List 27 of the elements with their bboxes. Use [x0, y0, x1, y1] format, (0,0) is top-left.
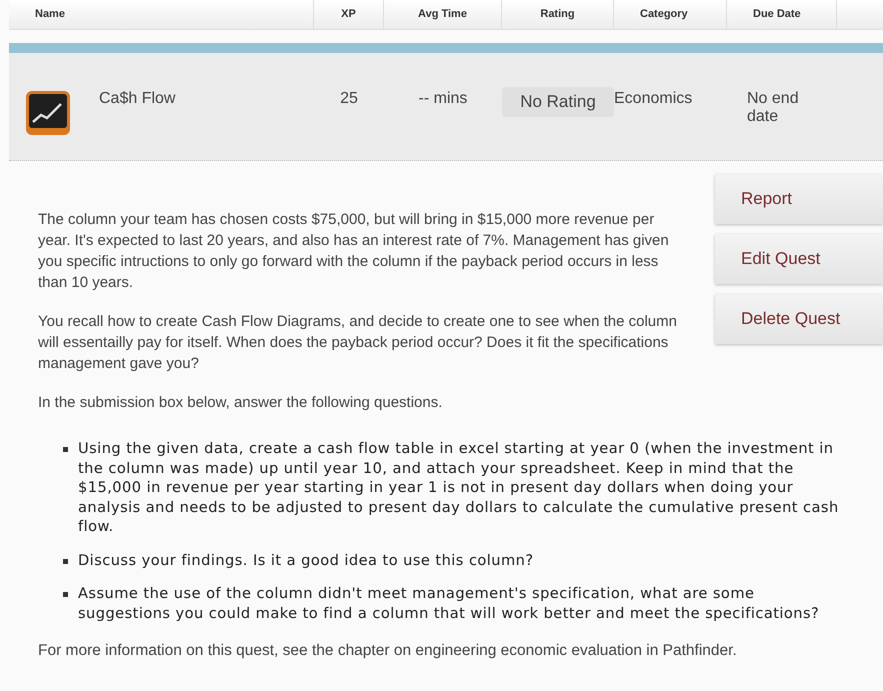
bullet-icon: [63, 558, 68, 564]
action-button[interactable]: Delete Quest: [715, 294, 883, 344]
avg-time: -- mins: [418, 90, 468, 108]
quest-name: Ca$h Flow: [99, 90, 176, 108]
footer-note: For more information on this quest, see the chapter on engineering economic evaluation in Pathfinder.: [38, 641, 737, 661]
description-paragraph: The column your team has chosen costs $75,000, but will bring in $15,000 more revenue per year. It's expected to last 20 years, and also has an interest rate of 7%. Management has given you specific intructions to only go forward with the column if the payback period occurs in less than 10 years.: [38, 210, 670, 293]
column-header[interactable]: Due Date: [727, 0, 837, 29]
chart-icon: [25, 90, 71, 136]
due-date: No end date: [746, 90, 800, 126]
description-paragraph: You recall how to create Cash Flow Diagrams, and decide to create one to see when the column will essentailly pay for itself. When does the payback period occur? Does it fit the specifications management gave you?: [38, 312, 678, 374]
column-header[interactable]: Rating: [502, 0, 614, 29]
action-button[interactable]: Edit Quest: [715, 234, 883, 284]
description-paragraph: In the submission box below, answer the following questions.: [38, 393, 444, 413]
question-item: Assume the use of the column didn't meet management's specification, what are some suggestions you could make to find a column that will work better and meet the specifications?: [78, 584, 878, 623]
category-value: Economics: [614, 90, 694, 108]
column-header[interactable]: Avg Time: [384, 0, 502, 29]
question-item: Using the given data, create a cash flow table in excel starting at year 0 (when the investment in the column was made) up until year 10, and attach your spreadsheet. Keep in mind that the $15,000 in revenue per year starting in year 1 is not in present day dollars when doing your analysis and needs to be adjusted to present day dollars to calculate the cumulative present cash flow.: [78, 439, 878, 536]
xp-value: 25: [339, 90, 359, 108]
column-header[interactable]: XP: [314, 0, 384, 29]
column-header[interactable]: Name: [9, 0, 314, 29]
bullet-icon: [63, 447, 68, 452]
quest-row[interactable]: Ca$h Flow 25 -- mins No Rating Economics No end date: [9, 53, 883, 161]
bullet-icon: [63, 592, 68, 597]
column-header[interactable]: Category: [614, 0, 727, 29]
action-button[interactable]: Report: [715, 174, 883, 224]
rating-label: No Rating: [502, 87, 614, 117]
question-item: Discuss your findings. Is it a good idea to use this column?: [78, 550, 878, 570]
